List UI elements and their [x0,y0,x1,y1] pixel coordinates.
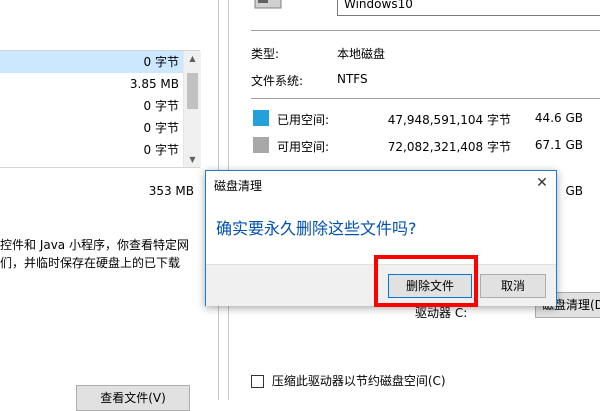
compress-drive-option[interactable]: 压缩此驱动器以节约磁盘空间(C) [251,372,446,389]
free-space-bytes: 72,082,321,408 字节 [387,140,511,154]
description-line: 们，并临时保存在硬盘上的已下载 [0,256,181,270]
disk-cleanup-window: 0 字节 3.85 MB 0 字节 0 字节 0 字节 ▲ ▼ 353 MB 控… [0,0,219,411]
list-item-size: 0 字节 [143,121,179,135]
files-to-delete-list: 0 字节 3.85 MB 0 字节 0 字节 0 字节 ▲ ▼ [0,50,201,168]
list-item-size: 3.85 MB [129,77,179,91]
list-scrollbar[interactable]: ▲ ▼ [183,51,201,167]
free-space-label: 可用空间: [277,140,330,154]
used-space-label: 已用空间: [277,113,330,127]
description-text: 控件和 Java 小程序，你查看特定网 们，并临时保存在硬盘上的已下载 [0,236,210,272]
scroll-down-icon[interactable]: ▼ [184,152,201,167]
drive-icon [254,0,282,9]
drive-name-field[interactable]: Windows10 [337,0,600,16]
list-item[interactable]: 3.85 MB [0,73,183,95]
filesystem-label: 文件系统: [251,74,304,88]
list-item[interactable]: 0 字节 [0,51,183,73]
list-item[interactable]: 0 字节 [0,117,183,139]
total-size-value: 353 MB [148,184,194,198]
view-files-button[interactable]: 查看文件(V) [76,385,190,411]
divider [251,30,600,31]
list-item[interactable]: 0 字节 [0,139,183,161]
cancel-button[interactable]: 取消 [480,274,546,298]
close-icon[interactable]: ✕ [532,173,552,193]
used-space-gb: 44.6 GB [534,111,583,125]
free-space-gb: 67.1 GB [534,138,583,152]
list-item-size: 0 字节 [143,55,179,69]
used-space-bytes: 47,948,591,104 字节 [387,113,511,127]
scrollbar-thumb[interactable] [187,73,198,109]
dialog-message: 确实要永久删除这些文件吗? [216,219,417,238]
list-item-size: 0 字节 [143,143,179,157]
filesystem-value: NTFS [337,72,368,86]
list-item-size: 0 字节 [143,99,179,113]
type-label: 类型: [251,47,280,61]
compress-checkbox[interactable] [251,375,264,388]
description-line: 控件和 Java 小程序，你查看特定网 [0,238,189,252]
list-item[interactable]: 0 字节 [0,95,183,117]
type-value: 本地磁盘 [337,47,386,61]
compress-label: 压缩此驱动器以节约磁盘空间(C) [271,374,446,388]
used-space-swatch [253,110,269,126]
scroll-up-icon[interactable]: ▲ [184,51,201,66]
highlight-box [374,255,478,307]
divider [251,98,600,99]
dialog-title: 磁盘清理 [214,179,263,193]
free-space-swatch [253,137,269,153]
